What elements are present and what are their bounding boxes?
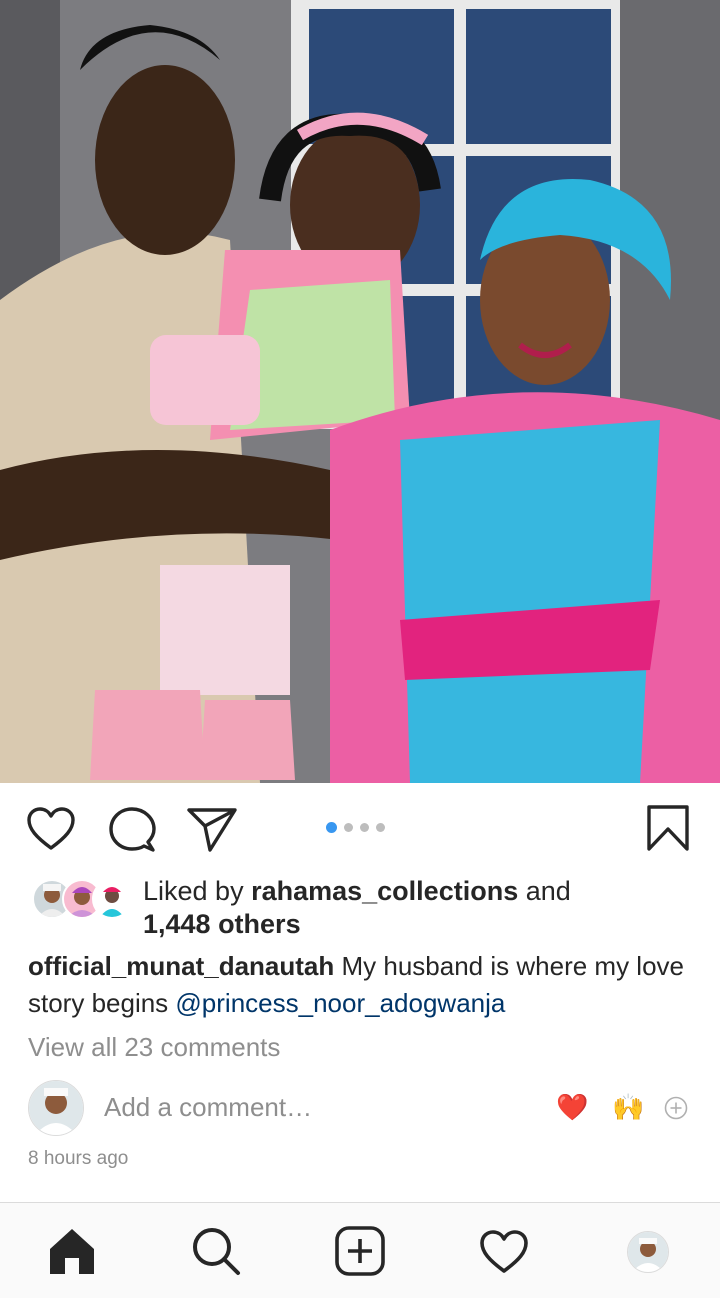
- plus-circle-icon[interactable]: [664, 1096, 688, 1120]
- add-comment-row: ❤️ 🙌: [28, 1078, 698, 1138]
- quick-reaction-heart[interactable]: ❤️: [556, 1092, 588, 1122]
- carousel-dot: [344, 822, 353, 832]
- post-timestamp: 8 hours ago: [28, 1148, 129, 1169]
- current-user-avatar: [28, 1080, 84, 1136]
- carousel-dot-active: [326, 821, 337, 833]
- post-caption: official_munat_danautah My husband is wh…: [28, 948, 688, 1022]
- liker-avatars: [32, 879, 132, 919]
- likes-text: Liked by rahamas_collections and 1,448 o…: [143, 875, 571, 941]
- likes-others-count[interactable]: 1,448 others: [143, 909, 301, 939]
- comment-icon[interactable]: [108, 806, 156, 854]
- family-photo-illustration: [0, 0, 720, 783]
- likes-prefix: Liked by: [143, 876, 252, 906]
- liker-avatar: [92, 879, 132, 919]
- carousel-dot: [376, 822, 385, 832]
- post-photo[interactable]: [0, 0, 720, 783]
- caption-mention[interactable]: @princess_noor_adogwanja: [175, 988, 505, 1018]
- add-post-icon[interactable]: [334, 1225, 386, 1277]
- quick-reaction-raised-hands[interactable]: 🙌: [612, 1092, 644, 1122]
- bottom-navigation: [0, 1202, 720, 1298]
- carousel-dot: [360, 822, 369, 832]
- likes-summary[interactable]: Liked by rahamas_collections and 1,448 o…: [30, 873, 700, 943]
- comment-input[interactable]: [104, 1092, 484, 1123]
- send-icon[interactable]: [186, 806, 238, 852]
- home-icon[interactable]: [46, 1225, 98, 1277]
- heart-icon[interactable]: [26, 806, 76, 852]
- likes-conjunction: and: [518, 876, 571, 906]
- view-all-comments-link[interactable]: View all 23 comments: [28, 1030, 280, 1064]
- carousel-indicator: [326, 821, 385, 833]
- activity-heart-icon[interactable]: [478, 1225, 530, 1277]
- profile-avatar[interactable]: [627, 1231, 669, 1273]
- search-icon[interactable]: [190, 1225, 242, 1277]
- bookmark-icon[interactable]: [646, 804, 690, 852]
- liked-by-username[interactable]: rahamas_collections: [251, 876, 518, 906]
- caption-author[interactable]: official_munat_danautah: [28, 951, 334, 981]
